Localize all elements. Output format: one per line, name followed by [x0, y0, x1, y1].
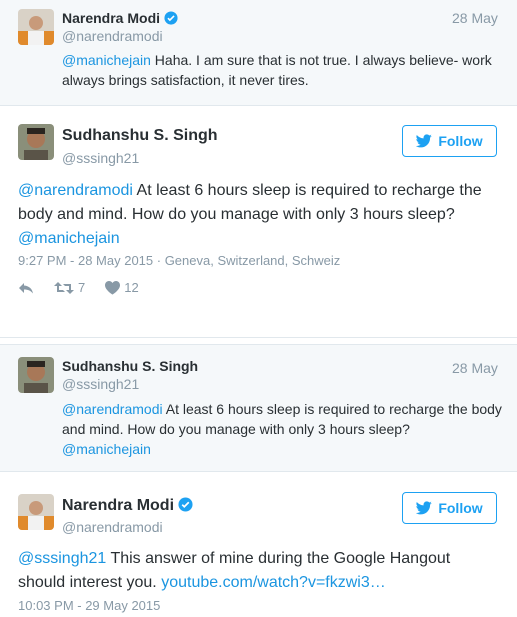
verified-badge-icon [164, 11, 178, 28]
tweet-meta: 10:03 PM - 29 May 2015 [18, 598, 160, 613]
url-link[interactable]: youtube.com/watch?v=fkzwi3… [161, 574, 386, 591]
screen-name[interactable]: @narendramodi [62, 519, 163, 535]
tweet-date[interactable]: 28 May [452, 360, 498, 376]
screen-name[interactable]: @sssingh21 [62, 376, 139, 392]
tweet-text: @narendramodi At least 6 hours sleep is … [62, 399, 502, 459]
mention-link[interactable]: @manichejain [62, 441, 151, 457]
reply-icon [19, 282, 33, 293]
follow-button[interactable]: Follow [402, 492, 497, 524]
retweet-count: 7 [78, 280, 86, 295]
twitter-bird-icon [416, 501, 433, 515]
display-name[interactable]: Narendra Modi [62, 10, 178, 28]
retweet-action[interactable]: 7 [54, 280, 85, 295]
reply-action[interactable] [18, 281, 34, 295]
mention-link[interactable]: @manichejain [62, 52, 151, 68]
like-action[interactable]: 12 [105, 280, 139, 295]
display-name[interactable]: Sudhanshu S. Singh [62, 358, 198, 374]
avatar[interactable] [18, 494, 54, 530]
mention-link[interactable]: @narendramodi [62, 401, 163, 417]
display-name-text: Narendra Modi [62, 10, 161, 26]
display-name[interactable]: Sudhanshu S. Singh [62, 127, 218, 145]
tweet-actions: 7 12 [18, 280, 139, 295]
twitter-bird-icon [416, 134, 433, 148]
mention-link[interactable]: @sssingh21 [18, 550, 106, 567]
tweet-text: @manichejain Haha. I am sure that is not… [62, 50, 502, 90]
avatar[interactable] [18, 9, 54, 45]
follow-label: Follow [438, 133, 483, 149]
verified-badge-icon [178, 497, 193, 517]
follow-button[interactable]: Follow [402, 125, 497, 157]
display-name[interactable]: Narendra Modi [62, 497, 193, 517]
avatar[interactable] [18, 124, 54, 160]
tweet-timestamp[interactable]: 9:27 PM - 28 May 2015 [18, 253, 153, 268]
tweet-meta: 9:27 PM - 28 May 2015 · Geneva, Switzerl… [18, 253, 340, 268]
mention-link[interactable]: @manichejain [18, 230, 120, 247]
tweet-3: Sudhanshu S. Singh @sssingh21 28 May @na… [0, 344, 517, 472]
retweet-icon [54, 281, 74, 294]
tweet-1: Narendra Modi @narendramodi 28 May @mani… [0, 0, 517, 106]
tweet-timestamp[interactable]: 10:03 PM - 29 May 2015 [18, 598, 160, 613]
tweet-date[interactable]: 28 May [452, 10, 498, 26]
like-count: 12 [124, 280, 139, 295]
screen-name[interactable]: @sssingh21 [62, 150, 139, 166]
screen-name[interactable]: @narendramodi [62, 28, 163, 44]
mention-link[interactable]: @narendramodi [18, 182, 133, 199]
tweet-location[interactable]: · Geneva, Switzerland, Schweiz [153, 253, 341, 268]
tweet-2: Sudhanshu S. Singh @sssingh21 Follow @na… [0, 106, 517, 338]
avatar[interactable] [18, 357, 54, 393]
tweet-text: @sssingh21 This answer of mine during th… [18, 547, 498, 595]
follow-label: Follow [438, 500, 483, 516]
tweet-text: @narendramodi At least 6 hours sleep is … [18, 179, 498, 251]
heart-icon [105, 280, 121, 294]
tweet-4: Narendra Modi @narendramodi Follow @sssi… [0, 472, 517, 617]
display-name-text: Narendra Modi [62, 497, 175, 514]
